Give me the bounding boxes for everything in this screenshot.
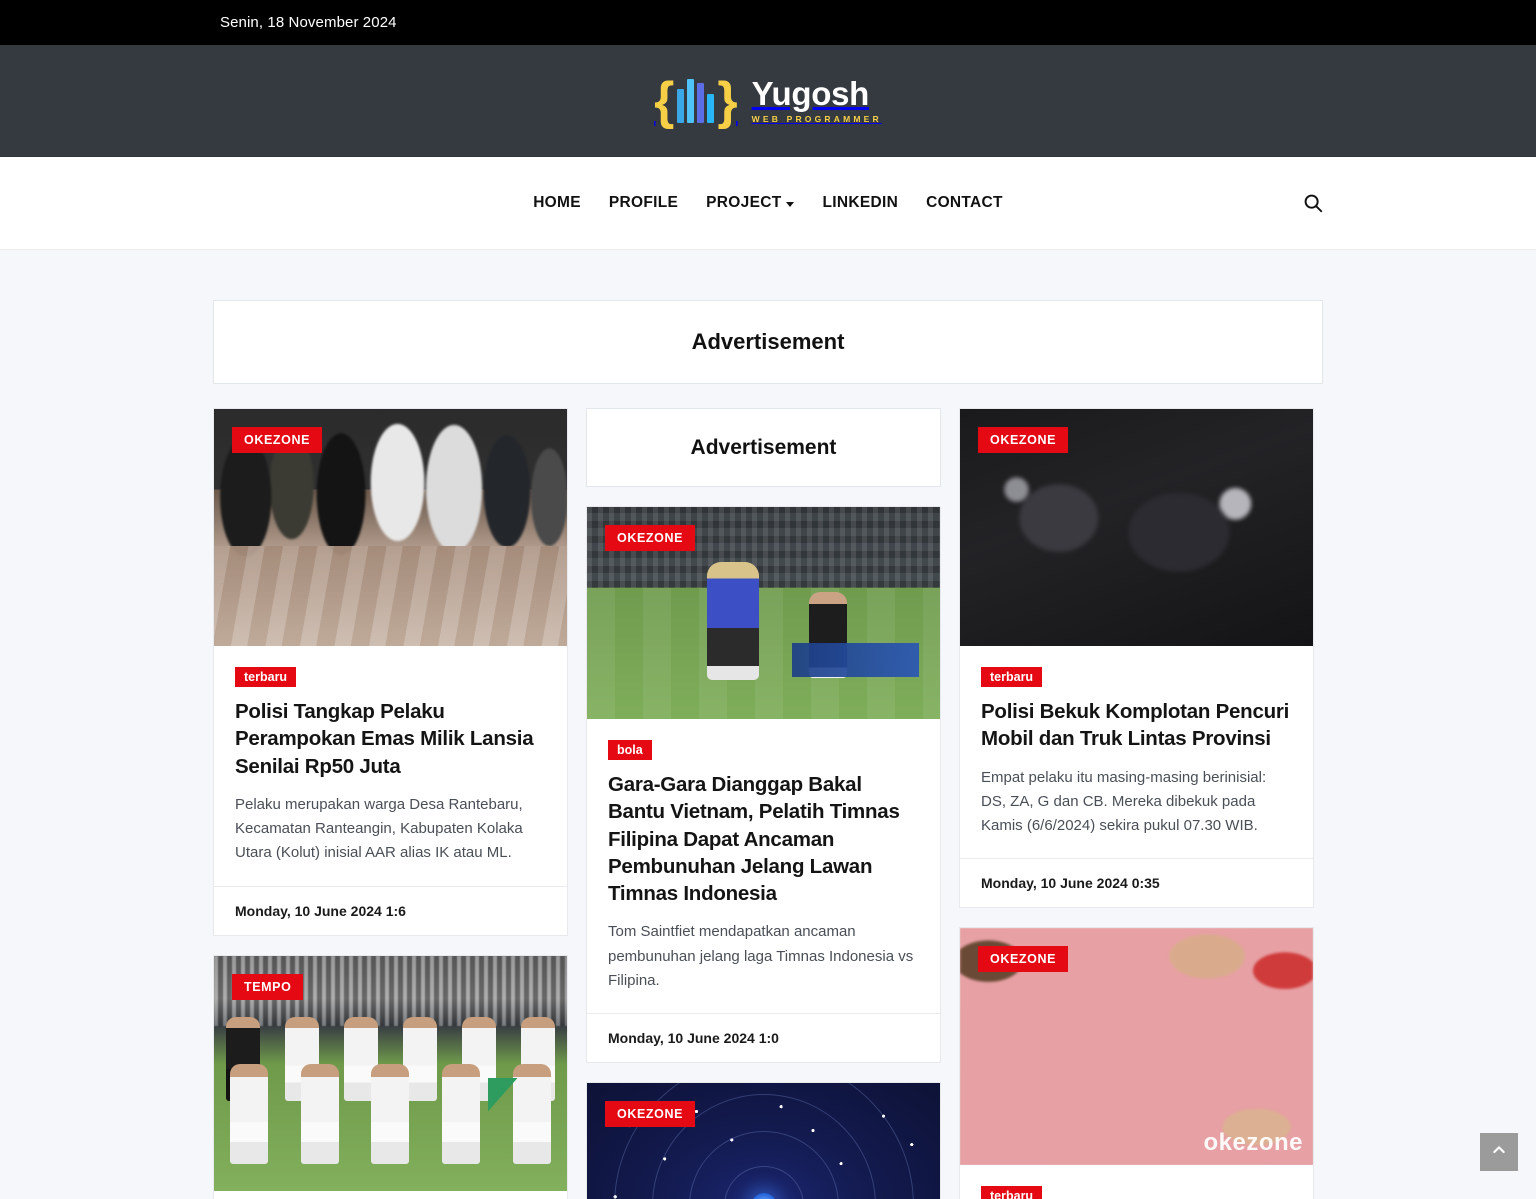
nav-item-linkedin[interactable]: LINKEDIN bbox=[822, 194, 898, 212]
column-center: Advertisement OKEZONE bola Gara-Gara Dia… bbox=[586, 408, 941, 1199]
source-badge: OKEZONE bbox=[605, 1101, 696, 1128]
article-excerpt: Empat pelaku itu masing-masing berinisia… bbox=[981, 768, 1267, 835]
article-body: terbaru Polisi Bekuk Komplotan Pencuri M… bbox=[960, 646, 1313, 858]
article-body: bola Gara-Gara Dianggap Bakal Bantu Viet… bbox=[587, 719, 940, 1013]
article-card[interactable]: OKEZONE terbaru Polisi Bekuk Komplotan P… bbox=[959, 408, 1314, 909]
column-right: OKEZONE terbaru Polisi Bekuk Komplotan P… bbox=[959, 408, 1314, 1199]
article-date: Monday, 10 June 2024 1:6 bbox=[214, 885, 567, 935]
coach-figure bbox=[707, 562, 760, 681]
nav-label: LINKEDIN bbox=[822, 194, 899, 211]
article-thumbnail: OKEZONE bbox=[587, 507, 940, 719]
nav-label: PROJECT bbox=[706, 194, 782, 211]
article-body: bola Bukti Grup A Euro 2024, Pet bbox=[214, 1191, 567, 1199]
article-excerpt: Tom Saintfiet mendapatkan ancaman pembun… bbox=[608, 923, 914, 989]
current-date: Senin, 18 November 2024 bbox=[220, 14, 397, 31]
advertisement-banner-top[interactable]: Advertisement bbox=[213, 300, 1323, 384]
category-badge[interactable]: bola bbox=[608, 740, 652, 760]
article-thumbnail: OKEZONE bbox=[960, 409, 1313, 646]
brand-name: Yugosh bbox=[751, 74, 870, 112]
article-body: terbaru Polisi Tangkap Pelaku Perampokan… bbox=[214, 646, 567, 886]
nav-label: HOME bbox=[533, 194, 581, 211]
sponsor-board bbox=[791, 642, 919, 677]
advertisement-banner-middle[interactable]: Advertisement bbox=[586, 408, 941, 487]
main-navigation: HOME PROFILE PROJECT LINKEDIN CONTACT bbox=[0, 157, 1536, 250]
article-date: Monday, 10 June 2024 1:0 bbox=[587, 1013, 940, 1062]
article-date: Monday, 10 June 2024 0:35 bbox=[960, 858, 1313, 907]
category-badge[interactable]: terbaru bbox=[981, 667, 1043, 687]
article-card[interactable]: OKEZONE bbox=[586, 1082, 941, 1199]
nav-item-home[interactable]: HOME bbox=[533, 194, 581, 212]
nav-item-profile[interactable]: PROFILE bbox=[609, 194, 678, 212]
content-container: Advertisement OKEZONE terbaru Polisi Tan… bbox=[213, 300, 1323, 1199]
logo-text: Yugosh WEB PROGRAMMER bbox=[751, 74, 882, 125]
main-content: Advertisement OKEZONE terbaru Polisi Tan… bbox=[0, 250, 1536, 1199]
article-excerpt: Pelaku merupakan warga Desa Rantebaru, K… bbox=[235, 795, 523, 862]
article-title[interactable]: Polisi Tangkap Pelaku Perampokan Emas Mi… bbox=[235, 698, 546, 780]
brace-close-icon: } bbox=[717, 71, 738, 130]
site-header: { } Yugosh WEB PROGRAMMER bbox=[0, 45, 1536, 157]
nav-item-contact[interactable]: CONTACT bbox=[926, 194, 1003, 212]
chevron-down-icon bbox=[786, 201, 795, 207]
nav-item-project[interactable]: PROJECT bbox=[706, 194, 795, 212]
okezone-watermark: okezone bbox=[1203, 1129, 1303, 1157]
article-thumbnail: TEMPO bbox=[214, 955, 567, 1191]
article-title[interactable]: Polisi Bekuk Komplotan Pencuri Mobil dan… bbox=[981, 698, 1292, 753]
brand-tagline: WEB PROGRAMMER bbox=[751, 114, 882, 125]
site-logo[interactable]: { } Yugosh WEB PROGRAMMER bbox=[654, 75, 882, 127]
article-thumbnail: okezone OKEZONE bbox=[960, 928, 1313, 1166]
article-title[interactable]: Gara-Gara Dianggap Bakal Bantu Vietnam, … bbox=[608, 771, 919, 907]
scroll-to-top-button[interactable] bbox=[1480, 1133, 1518, 1171]
article-card[interactable]: OKEZONE terbaru Polisi Tangkap Pelaku Pe… bbox=[213, 408, 568, 936]
brace-open-icon: { bbox=[654, 71, 675, 130]
search-icon[interactable] bbox=[1302, 192, 1324, 214]
article-thumbnail: OKEZONE bbox=[587, 1083, 940, 1199]
article-card[interactable]: TEMPO bola Bukti Grup A Euro 2024, Pet bbox=[213, 954, 568, 1199]
source-badge: OKEZONE bbox=[232, 427, 323, 453]
chevron-up-icon bbox=[1491, 1142, 1507, 1163]
column-left: OKEZONE terbaru Polisi Tangkap Pelaku Pe… bbox=[213, 408, 568, 1199]
source-badge: OKEZONE bbox=[978, 946, 1069, 973]
article-grid: OKEZONE terbaru Polisi Tangkap Pelaku Pe… bbox=[213, 408, 1323, 1199]
category-badge[interactable]: terbaru bbox=[235, 667, 297, 687]
logo-mark-icon: { } bbox=[654, 75, 738, 127]
article-card[interactable]: okezone OKEZONE terbaru Anak Dijanjikan … bbox=[959, 927, 1314, 1199]
source-badge: OKEZONE bbox=[978, 427, 1069, 453]
category-badge[interactable]: terbaru bbox=[981, 1186, 1043, 1199]
logo-bars-icon bbox=[674, 78, 717, 123]
source-badge: TEMPO bbox=[232, 973, 304, 1000]
nav-label: PROFILE bbox=[608, 194, 679, 211]
nav-menu: HOME PROFILE PROJECT LINKEDIN CONTACT bbox=[533, 194, 1003, 212]
source-badge: OKEZONE bbox=[605, 525, 696, 551]
nav-label: CONTACT bbox=[926, 194, 1003, 211]
article-thumbnail: OKEZONE bbox=[214, 409, 567, 646]
article-card[interactable]: OKEZONE bola Gara-Gara Dianggap Bakal Ba… bbox=[586, 506, 941, 1064]
top-date-bar: Senin, 18 November 2024 bbox=[0, 0, 1536, 45]
article-body: terbaru Anak Dijanjikan Lulus CPNS, bbox=[960, 1165, 1313, 1199]
